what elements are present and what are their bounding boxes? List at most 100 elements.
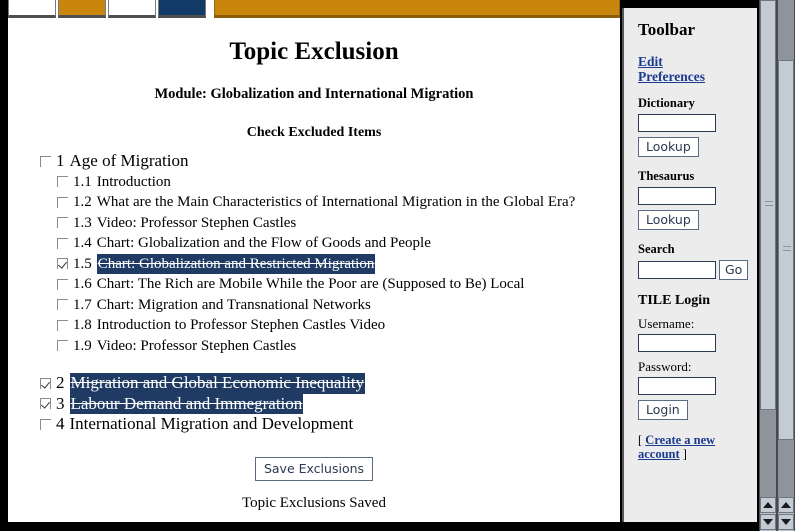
triangle-up-icon: [781, 502, 791, 508]
topic-label: Migration and Global Economic Inequality: [69, 373, 366, 394]
topic-row: 1.3 Video: Professor Stephen Castles: [40, 213, 620, 234]
topic-checkbox-3[interactable]: [40, 398, 51, 410]
create-suffix: ]: [679, 447, 687, 461]
topic-label: Chart: The Rich are Mobile While the Poo…: [96, 276, 525, 292]
search-input[interactable]: [638, 261, 716, 279]
topic-number: 1.1: [73, 173, 92, 190]
topic-exclusion-list: 1 Age of Migration 1.1 Introduction 1.2 What …: [8, 151, 620, 435]
topic-number: 4: [56, 414, 65, 433]
search-go-button[interactable]: Go: [719, 260, 749, 280]
module-subtitle: Module: Globalization and International …: [154, 86, 474, 102]
topic-row: 1.5 Chart: Globalization and Restricted M…: [40, 253, 620, 274]
topic-checkbox-1.6[interactable]: [57, 278, 68, 290]
edit-preferences-link[interactable]: Edit Preferences: [638, 54, 728, 84]
topic-label: Introduction: [96, 173, 171, 190]
topic-checkbox-1.7[interactable]: [57, 299, 68, 311]
thesaurus-input[interactable]: [638, 187, 716, 205]
topic-number: 1.6: [73, 276, 92, 292]
topic-label: Chart: Globalization and Restricted Migr…: [96, 253, 376, 274]
topic-checkbox-1.8[interactable]: [57, 319, 68, 331]
topic-number: 1.5: [73, 255, 92, 272]
topic-row: 1.4 Chart: Globalization and the Flow of …: [40, 233, 620, 254]
topic-number: 1.4: [73, 235, 92, 251]
dictionary-lookup-button[interactable]: Lookup: [638, 137, 699, 157]
toolbar-title: Toolbar: [638, 20, 696, 39]
username-input[interactable]: [638, 334, 716, 352]
outer-scroll-down-button[interactable]: [778, 514, 794, 530]
thesaurus-label: Thesaurus: [638, 169, 695, 183]
nav-tab-3[interactable]: [108, 0, 156, 18]
nav-tab-1[interactable]: [8, 0, 56, 18]
inner-scrollbar-thumb[interactable]: [760, 0, 776, 410]
inner-scrollbar-track-bottom[interactable]: [760, 410, 776, 497]
topic-label: Video: Professor Stephen Castles: [96, 214, 297, 231]
topic-row: 1.9 Video: Professor Stephen Castles: [40, 336, 620, 357]
outer-scrollbar-track-bottom[interactable]: [778, 440, 794, 497]
login-button[interactable]: Login: [638, 400, 688, 420]
outer-scrollbar-track-top[interactable]: [778, 0, 794, 60]
nav-menu-bar[interactable]: [214, 0, 620, 18]
triangle-down-icon: [763, 519, 773, 525]
topic-row: 4 International Migration and Development: [40, 414, 620, 435]
topic-number: 1: [56, 151, 65, 170]
create-account-line: [ Create a new account ]: [638, 433, 738, 461]
topic-checkbox-1.5[interactable]: [57, 258, 68, 270]
save-row: Save Exclusions: [8, 456, 620, 481]
topic-number: 1.9: [73, 337, 92, 354]
outer-scrollbar-thumb[interactable]: [778, 60, 794, 440]
thesaurus-lookup-button[interactable]: Lookup: [638, 210, 699, 230]
topic-label: Video: Professor Stephen Castles: [96, 337, 297, 354]
topic-number: 2: [56, 373, 65, 392]
outer-scrollbar-grip: [783, 246, 791, 251]
dictionary-input[interactable]: [638, 114, 716, 132]
tile-login-title: TILE Login: [638, 293, 710, 308]
inner-scroll-down-button[interactable]: [760, 514, 776, 530]
top-navigation-strip: [8, 0, 620, 18]
outer-scrollbar[interactable]: [777, 0, 795, 531]
topic-label: Introduction to Professor Stephen Castle…: [96, 317, 386, 333]
topic-row: 1.8 Introduction to Professor Stephen Cas…: [40, 315, 620, 336]
topic-row: 1.1 Introduction: [40, 172, 620, 193]
topic-checkbox-2[interactable]: [40, 377, 51, 389]
search-label: Search: [638, 242, 675, 256]
outer-scroll-up-button[interactable]: [778, 497, 794, 513]
inner-scroll-up-button[interactable]: [760, 497, 776, 513]
topic-label: What are the Main Characteristics of Int…: [96, 194, 576, 210]
topic-label: Chart: Globalization and the Flow of Goo…: [96, 235, 431, 251]
topic-number: 1.8: [73, 317, 92, 333]
topic-row: 3 Labour Demand and Immegration: [40, 393, 620, 414]
nav-tab-group: [8, 0, 208, 18]
main-content-pane: Topic Exclusion Module: Globalization an…: [8, 18, 620, 522]
topic-checkbox-1[interactable]: [40, 155, 51, 167]
topic-label: Age of Migration: [69, 151, 189, 170]
nav-tab-2[interactable]: [58, 0, 106, 18]
topic-checkbox-1.3[interactable]: [57, 217, 68, 229]
nav-tab-4[interactable]: [158, 0, 206, 18]
topic-checkbox-4[interactable]: [40, 418, 51, 430]
topic-checkbox-1.9[interactable]: [57, 340, 68, 352]
topic-number: 1.2: [73, 194, 92, 210]
password-input[interactable]: [638, 377, 716, 395]
save-status-message: Topic Exclusions Saved: [242, 494, 386, 511]
triangle-up-icon: [763, 502, 773, 508]
section-heading: Check Excluded Items: [246, 125, 382, 140]
page-title: Topic Exclusion: [229, 38, 399, 65]
topic-checkbox-1.1[interactable]: [57, 176, 68, 188]
dictionary-label: Dictionary: [638, 96, 695, 110]
triangle-down-icon: [781, 519, 791, 525]
topic-number: 1.3: [73, 214, 92, 231]
topic-row: 1 Age of Migration: [40, 151, 620, 172]
search-row: Go: [638, 260, 757, 280]
topic-row: 1.6 Chart: The Rich are Mobile While the …: [40, 274, 620, 295]
create-account-link[interactable]: Create a new account: [638, 433, 715, 461]
topic-label: International Migration and Development: [69, 414, 354, 433]
topic-checkbox-1.4[interactable]: [57, 237, 68, 249]
save-exclusions-button[interactable]: Save Exclusions: [254, 456, 374, 481]
username-label: Username:: [638, 316, 695, 331]
inner-scrollbar[interactable]: [759, 0, 777, 531]
topic-label: Labour Demand and Immegration: [69, 393, 304, 414]
inner-scrollbar-grip: [765, 201, 773, 206]
topic-number: 1.7: [73, 296, 92, 313]
topic-checkbox-1.2[interactable]: [57, 196, 68, 208]
sidebar-toolbar: Toolbar Edit Preferences Dictionary Look…: [622, 8, 757, 522]
